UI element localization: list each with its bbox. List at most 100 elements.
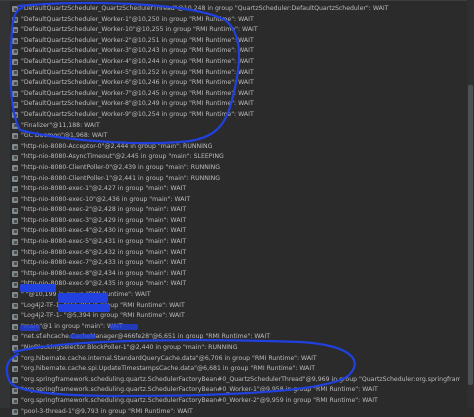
- thread-icon: [12, 345, 18, 352]
- thread-label: "pool-3-thread-1"@9,793 in group "RMI Ru…: [21, 407, 193, 415]
- thread-icon: [12, 175, 18, 182]
- thread-label: "http-nio-8080-AsyncTimeout"@2,445 in gr…: [21, 153, 224, 161]
- thread-icon: [12, 144, 18, 151]
- thread-row[interactable]: "org.springframework.scheduling.quartz.S…: [12, 385, 460, 396]
- thread-row[interactable]: "DefaultQuartzScheduler_QuartzSchedulerT…: [12, 4, 460, 15]
- thread-icon: [12, 154, 18, 161]
- thread-row[interactable]: "http-nio-8080-exec-9"@2,435 in group "m…: [12, 279, 460, 290]
- thread-icon: [12, 324, 18, 331]
- thread-row[interactable]: "Log4j2-TF-1- "@5,394 in group "RMI Runt…: [12, 311, 460, 322]
- thread-row[interactable]: "http-nio-8080-exec-8"@2,434 in group "m…: [12, 269, 460, 280]
- thread-label: "http-nio-8080-exec-3"@2,429 in group "m…: [21, 216, 187, 224]
- thread-row[interactable]: "org.hibernate.cache.spi.UpdateTimestamp…: [12, 364, 460, 375]
- thread-row[interactable]: "Finalizer"@11,188: WAIT: [12, 121, 460, 132]
- thread-label: "DefaultQuartzScheduler_Worker-6"@10,246…: [21, 79, 254, 87]
- thread-row[interactable]: "http-nio-8080-ClientPoller-1"@2,441 in …: [12, 174, 460, 185]
- thread-row[interactable]: "DefaultQuartzScheduler_Worker-4"@10,244…: [12, 57, 460, 68]
- redaction-scribble-1: [20, 284, 56, 292]
- thread-row[interactable]: "org.springframework.scheduling.quartz.S…: [12, 396, 460, 407]
- thread-label: "DefaultQuartzScheduler_Worker-1"@10,250…: [21, 15, 254, 23]
- thread-icon: [12, 228, 18, 235]
- thread-row[interactable]: "http-nio-8080-exec-5"@2,431 in group "m…: [12, 237, 460, 248]
- thread-label: "NioBlockingSelector.BlockPoller-1"@2,44…: [21, 344, 238, 351]
- thread-row[interactable]: "main"@1 in group "main": WAIT: [12, 322, 460, 333]
- thread-label: "DefaultQuartzScheduler_Worker-7"@10,245…: [21, 89, 254, 97]
- thread-row[interactable]: "NioBlockingSelector.BlockPoller-1"@2,44…: [12, 343, 460, 354]
- thread-row[interactable]: "http-nio-8080-exec-1"@2,427 in group "m…: [12, 184, 460, 195]
- thread-icon: [12, 91, 18, 98]
- thread-icon: [12, 239, 18, 246]
- thread-row[interactable]: "DefaultQuartzScheduler_Worker-3"@10,243…: [12, 46, 460, 57]
- thread-row[interactable]: "http-nio-8080-exec-6"@2,432 in group "m…: [12, 248, 460, 259]
- thread-label: "http-nio-8080-ClientPoller-0"@2,439 in …: [21, 163, 221, 171]
- thread-icon: [12, 355, 18, 362]
- thread-label: "DefaultQuartzScheduler_Worker-10"@10,25…: [21, 26, 258, 34]
- redaction-scribble-6: [20, 325, 40, 331]
- thread-row[interactable]: "DefaultQuartzScheduler_Worker-10"@10,25…: [12, 25, 460, 36]
- redaction-scribble-2: [58, 293, 108, 303]
- thread-row[interactable]: "http-nio-8080-exec-7"@2,433 in group "m…: [12, 258, 460, 269]
- thread-icon: [12, 387, 18, 394]
- thread-icon: [12, 16, 18, 23]
- thread-row[interactable]: "http-nio-8080-AsyncTimeout"@2,445 in gr…: [12, 152, 460, 163]
- thread-label: "org.springframework.scheduling.quartz.S…: [21, 396, 378, 404]
- thread-label: "http-nio-8080-exec-6"@2,432 in group "m…: [21, 248, 187, 256]
- thread-label: "DefaultQuartzScheduler_Worker-5"@10,252…: [21, 68, 254, 76]
- thread-label: "DefaultQuartzScheduler_Worker-2"@10,251…: [21, 36, 254, 44]
- thread-icon: [12, 302, 18, 309]
- thread-row[interactable]: "pool-3-thread-1"@9,793 in group "RMI Ru…: [12, 407, 460, 417]
- thread-icon: [12, 69, 18, 76]
- thread-icon: [12, 27, 18, 34]
- thread-label: "org.springframework.scheduling.quartz.S…: [21, 386, 378, 394]
- thread-label: "http-nio-8080-exec-1"@2,427 in group "m…: [21, 185, 187, 193]
- thread-icon: [12, 218, 18, 225]
- thread-icon: [12, 59, 18, 66]
- threads-panel: "DefaultQuartzScheduler_QuartzSchedulerT…: [0, 0, 474, 415]
- vertical-scrollbar[interactable]: [467, 0, 474, 408]
- thread-icon: [12, 249, 18, 256]
- redaction-scribble-4: [110, 324, 138, 330]
- thread-label: "http-nio-8080-exec-10"@2,436 in group "…: [21, 195, 191, 203]
- thread-label: "http-nio-8080-exec-8"@2,434 in group "m…: [21, 269, 187, 277]
- thread-icon: [12, 377, 18, 384]
- thread-icon: [12, 281, 18, 288]
- thread-list[interactable]: "DefaultQuartzScheduler_QuartzSchedulerT…: [12, 4, 460, 417]
- thread-row[interactable]: "DefaultQuartzScheduler_Worker-1"@10,250…: [12, 15, 460, 26]
- thread-label: "org.springframework.scheduling.quartz.S…: [21, 375, 460, 383]
- thread-row[interactable]: "http-nio-8080-exec-3"@2,429 in group "m…: [12, 216, 460, 227]
- thread-row[interactable]: "http-nio-8080-exec-2"@2,428 in group "m…: [12, 205, 460, 216]
- thread-icon: [12, 80, 18, 87]
- thread-icon: [12, 186, 18, 193]
- thread-row[interactable]: "DefaultQuartzScheduler_Worker-9"@10,254…: [12, 110, 460, 121]
- thread-icon: [12, 207, 18, 214]
- redaction-scribble-5: [70, 334, 96, 339]
- thread-row[interactable]: "DefaultQuartzScheduler_Worker-7"@10,245…: [12, 89, 460, 100]
- thread-label: "DefaultQuartzScheduler_Worker-4"@10,244…: [21, 57, 254, 65]
- thread-label: "http-nio-8080-ClientPoller-1"@2,441 in …: [21, 174, 221, 182]
- thread-row[interactable]: "DefaultQuartzScheduler_Worker-6"@10,246…: [12, 78, 460, 89]
- thread-row[interactable]: "DefaultQuartzScheduler_Worker-8"@10,249…: [12, 99, 460, 110]
- thread-label: "DefaultQuartzScheduler_Worker-9"@10,254…: [21, 110, 254, 118]
- thread-icon: [12, 101, 18, 108]
- thread-label: "DefaultQuartzScheduler_Worker-8"@10,249…: [21, 100, 254, 108]
- thread-row[interactable]: "http-nio-8080-ClientPoller-0"@2,439 in …: [12, 163, 460, 174]
- redaction-scribble-3: [58, 304, 110, 312]
- thread-label: "DefaultQuartzScheduler_QuartzSchedulerT…: [21, 5, 389, 12]
- thread-row[interactable]: "org.hibernate.cache.internal.StandardQu…: [12, 354, 460, 365]
- thread-row[interactable]: "http-nio-8080-exec-4"@2,430 in group "m…: [12, 226, 460, 237]
- thread-row[interactable]: "org.springframework.scheduling.quartz.S…: [12, 375, 460, 386]
- thread-label: "Log4j2-TF-1- "@5,394 in group "RMI Runt…: [21, 312, 185, 320]
- thread-row[interactable]: "http-nio-8080-exec-10"@2,436 in group "…: [12, 195, 460, 206]
- thread-label: "Finalizer"@11,188: WAIT: [21, 121, 100, 129]
- thread-icon: [12, 366, 18, 373]
- thread-row[interactable]: "GC Daemon"@1,968: WAIT: [12, 131, 460, 142]
- thread-label: "net.sf.ehcache.CacheManager@466fe28"@6,…: [21, 333, 271, 341]
- thread-icon: [12, 271, 18, 278]
- thread-label: "http-nio-8080-Acceptor-0"@2,444 in grou…: [21, 142, 213, 150]
- gutter: [0, 0, 10, 408]
- thread-icon: [12, 133, 18, 140]
- thread-row[interactable]: "DefaultQuartzScheduler_Worker-5"@10,252…: [12, 68, 460, 79]
- thread-row[interactable]: "http-nio-8080-Acceptor-0"@2,444 in grou…: [12, 142, 460, 153]
- thread-row[interactable]: "DefaultQuartzScheduler_Worker-2"@10,251…: [12, 36, 460, 47]
- scrollbar-thumb[interactable]: [468, 85, 473, 385]
